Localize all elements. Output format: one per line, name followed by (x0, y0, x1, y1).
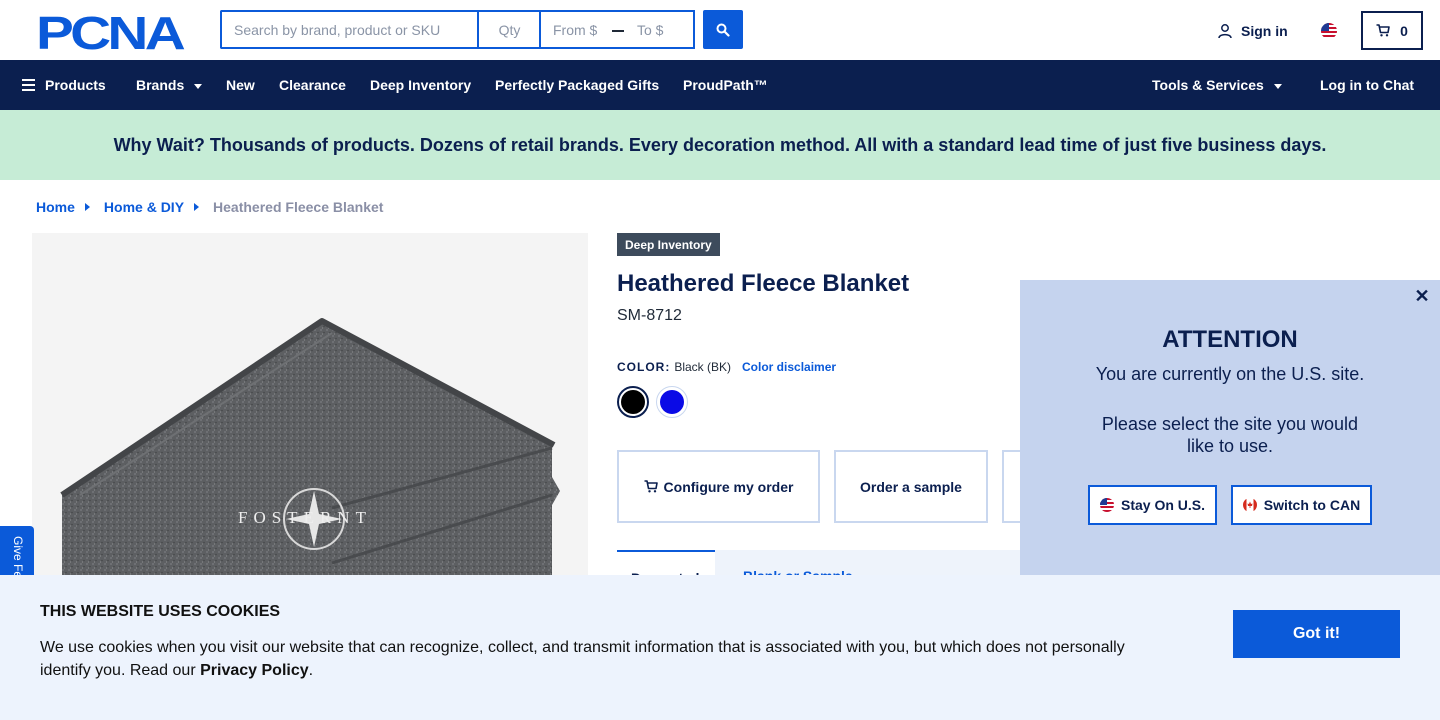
nav-proudpath-label: ProudPath™ (683, 77, 768, 93)
nav-deep-inventory-label: Deep Inventory (370, 77, 472, 93)
swatch-black[interactable] (617, 386, 649, 418)
breadcrumb-home[interactable]: Home (36, 199, 75, 215)
cart-button[interactable]: 0 (1361, 11, 1423, 50)
got-it-label: Got it! (1292, 625, 1341, 642)
nav-gifts[interactable]: Perfectly Packaged Gifts (495, 60, 659, 110)
sign-in-link[interactable]: Sign in (1217, 20, 1288, 42)
switch-can-label: Switch to CAN (1263, 497, 1361, 513)
cookie-title: THIS WEBSITE USES COOKIES (40, 603, 281, 620)
stay-us-button[interactable]: Stay On U.S. (1088, 485, 1217, 525)
switch-can-button[interactable]: Switch to CAN (1231, 485, 1372, 525)
nav-tools[interactable]: Tools & Services (1152, 60, 1282, 110)
modal-select-text: Please select the site you would like to… (1101, 414, 1359, 456)
deep-inventory-badge: Deep Inventory (617, 233, 720, 256)
caret-right-icon (194, 203, 200, 211)
promo-banner: Why Wait? Thousands of products. Dozens … (0, 110, 1440, 180)
modal-heading: ATTENTION (1162, 326, 1298, 353)
badge-label: Deep Inventory (625, 237, 712, 252)
search-input[interactable] (220, 10, 478, 49)
image-logo-text: FOSTERNT (238, 508, 372, 527)
nav-proudpath[interactable]: ProudPath™ (683, 60, 768, 110)
cookie-banner: THIS WEBSITE USES COOKIES We use cookies… (0, 575, 1440, 720)
price-from-input[interactable] (541, 12, 607, 47)
color-value: Black (BK) (674, 360, 732, 374)
cart-icon (644, 480, 658, 493)
product-sku: SM-8712 (617, 307, 682, 324)
top-bar: PCNA Sign in (0, 0, 1440, 60)
nav-products[interactable]: Products (22, 60, 106, 110)
caret-down-icon (194, 83, 203, 89)
configure-label: Configure my order (663, 478, 794, 495)
sign-in-label: Sign in (1241, 23, 1288, 39)
color-line: COLOR: Black (BK) Color disclaimer (617, 360, 836, 374)
swatch-royal-blue[interactable] (656, 386, 688, 418)
nav-tools-label: Tools & Services (1152, 77, 1264, 93)
swatch-blue-color (660, 390, 684, 414)
nav-brands[interactable]: Brands (136, 60, 203, 110)
cart-count: 0 (1400, 22, 1408, 39)
nav-new-label: New (226, 77, 255, 93)
logo-text: PCNA (36, 12, 184, 52)
color-disclaimer-link[interactable]: Color disclaimer (742, 360, 836, 374)
pcna-logo-mark: PCNA (36, 12, 186, 52)
nav-products-label: Products (45, 77, 106, 93)
cart-icon (1376, 24, 1390, 37)
nav-deep-inventory[interactable]: Deep Inventory (370, 60, 471, 110)
stay-us-label: Stay On U.S. (1120, 497, 1206, 513)
qty-input[interactable] (477, 10, 540, 49)
got-it-button[interactable]: Got it! (1233, 610, 1400, 658)
main-nav: Products Brands New Clearance Deep Inven… (0, 60, 1440, 110)
price-to-input[interactable] (625, 12, 693, 47)
site-selection-modal: ✕ ATTENTION You are currently on the U.S… (1020, 280, 1440, 580)
cookie-end: . (308, 662, 314, 679)
product-title: Heathered Fleece Blanket (617, 270, 910, 297)
us-flag-icon (1099, 498, 1114, 512)
nav-chat[interactable]: Log in to Chat (1320, 60, 1414, 110)
close-icon[interactable]: ✕ (1414, 287, 1430, 305)
range-dash (612, 30, 624, 32)
caret-down-icon (1273, 83, 1282, 89)
privacy-policy-link[interactable]: Privacy Policy (200, 662, 309, 679)
cookie-text: We use cookies when you visit our websit… (40, 636, 1150, 682)
breadcrumb-category[interactable]: Home & DIY (104, 199, 184, 215)
modal-current-site-text: You are currently on the U.S. site. (1095, 364, 1365, 384)
price-range (539, 10, 695, 49)
caret-right-icon (84, 203, 90, 211)
pcna-logo[interactable]: PCNA (36, 12, 186, 52)
us-flag-icon[interactable] (1321, 23, 1337, 39)
nav-gifts-label: Perfectly Packaged Gifts (495, 77, 660, 93)
color-label: COLOR: (617, 360, 671, 374)
canada-flag-icon (1242, 498, 1257, 512)
nav-chat-label: Log in to Chat (1320, 77, 1415, 93)
breadcrumb-current: Heathered Fleece Blanket (213, 199, 384, 215)
nav-clearance[interactable]: Clearance (279, 60, 346, 110)
breadcrumb: Home Home & DIY Heathered Fleece Blanket (36, 198, 383, 216)
order-sample-button[interactable]: Order a sample (834, 450, 988, 523)
configure-order-button[interactable]: Configure my order (617, 450, 820, 523)
nav-new[interactable]: New (226, 60, 255, 110)
menu-icon (22, 79, 35, 91)
swatch-black-color (621, 390, 645, 414)
nav-clearance-label: Clearance (279, 77, 346, 93)
promo-text: Why Wait? Thousands of products. Dozens … (113, 134, 1327, 155)
sample-label: Order a sample (860, 478, 962, 495)
search-button[interactable] (703, 10, 743, 49)
user-icon (1218, 24, 1232, 39)
search-icon (716, 23, 730, 37)
nav-brands-label: Brands (136, 77, 185, 93)
